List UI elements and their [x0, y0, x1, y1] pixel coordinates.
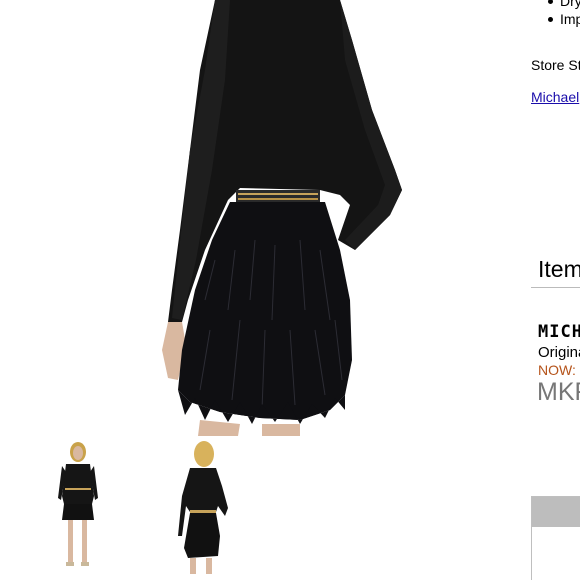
item-sku: MKF — [537, 378, 580, 406]
product-features-list: Dry Imp — [547, 0, 580, 28]
info-panel-header — [532, 497, 580, 527]
feature-item: Imp — [547, 10, 580, 28]
main-product-image[interactable] — [0, 0, 520, 436]
brand-link[interactable]: Michael — [531, 89, 579, 105]
thumbnail-back-view[interactable] — [170, 436, 234, 580]
now-price-label: NOW: — [538, 362, 576, 378]
info-panel — [531, 496, 580, 580]
thumbnail-front-view[interactable] — [52, 436, 104, 580]
store-style-label: Store St — [531, 57, 580, 73]
item-section-heading: Item — [538, 256, 580, 282]
model-back-view-illustration — [162, 0, 402, 436]
section-divider — [531, 287, 580, 288]
thumbnail-front-figure — [58, 442, 98, 566]
feature-item: Dry — [547, 0, 580, 10]
item-name[interactable]: MICH — [538, 322, 580, 342]
product-details-column: Dry Imp Store St Michael Item MICH Origi… — [520, 0, 580, 580]
thumbnail-back-figure — [178, 441, 228, 574]
thumbnail-strip — [0, 436, 520, 580]
original-price-label: Origina — [538, 344, 580, 361]
